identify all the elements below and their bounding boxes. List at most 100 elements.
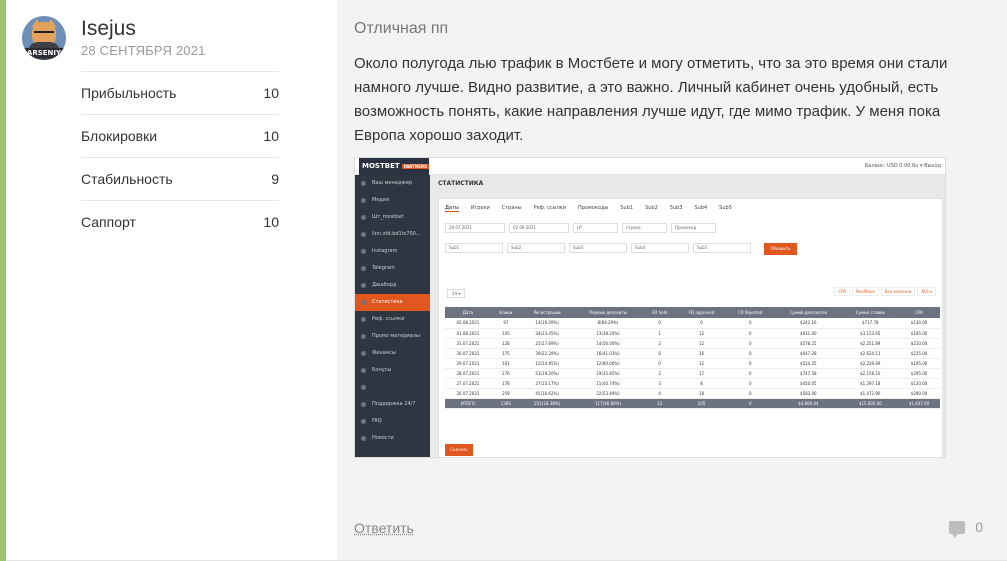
screenshot-table-cell: 01.08.2021 [445, 328, 491, 339]
screenshot-table-cell: $1,647.00 [898, 398, 940, 409]
avatar-tag: ARSENIY [22, 48, 66, 58]
screenshot-table-cell: 25(17.69%) [520, 338, 574, 349]
screenshot-column-header: FD Rejected [726, 307, 775, 318]
screenshot-table-cell: 27.07.2021 [445, 378, 491, 389]
screenshot-table-cell: 0 [726, 378, 775, 389]
screenshot-table-cell: 26.07.2021 [445, 388, 491, 399]
screenshot-action: Все колонки [881, 287, 916, 296]
screenshot-table-cell: $1,472.90 [842, 388, 899, 399]
rating-row: Саппорт 10 [81, 200, 279, 243]
screenshot-table-cell: 3 [642, 378, 677, 389]
screenshot-table-cell: 12 [676, 358, 727, 369]
review-title: Отличная пп [354, 20, 449, 37]
avatar[interactable]: ARSENIY [22, 16, 66, 60]
rating-row: Стабильность 9 [81, 157, 279, 200]
screenshot-tab: Sub2 [645, 205, 658, 211]
screenshot-table-total-row: ИТОГО 1360 252(18.38%) 117(46.80%) 12 105 0 $4,… [445, 398, 940, 409]
screenshot-table-cell: $4,600.44 [774, 398, 843, 409]
review-date: 28 СЕНТЯБРЯ 2021 [81, 43, 206, 58]
screenshot-tab: Sub5 [719, 205, 732, 211]
screenshot-table-cell: 0 [676, 318, 727, 329]
screenshot-filter-field: страна [622, 223, 667, 233]
screenshot-sidebar-item: Дашборд [355, 277, 430, 294]
screenshot-filter-field: LP [573, 223, 618, 233]
rating-value: 10 [263, 214, 279, 230]
author-column: ARSENIY Isejus 28 СЕНТЯБРЯ 2021 Прибыльн… [6, 0, 337, 561]
screenshot-table-cell: $185.00 [898, 328, 940, 339]
screenshot-table-cell: 117(46.80%) [573, 398, 643, 409]
screenshot-sidebar-item: Ваш менеджер [355, 175, 430, 192]
screenshot-table-cell: 02.08.2021 [445, 318, 491, 329]
comment-counter[interactable]: 0 [949, 519, 983, 538]
screenshot-table-cell: $195.00 [898, 358, 940, 369]
screenshot-table-cell: $242.16 [774, 318, 843, 329]
screenshot-table-cell: 178 [490, 378, 521, 389]
screenshot-table-cell: 0 [642, 348, 677, 359]
screenshot-sub-field: Sub3 [569, 243, 627, 253]
screenshot-table-cell: 1360 [490, 398, 521, 409]
screenshot-table-cell: 14(56.00%) [573, 338, 643, 349]
screenshot-table-cell: 8(84.29%) [573, 318, 643, 329]
screenshot-table-cell: 16(41.03%) [573, 348, 643, 359]
screenshot-table-cell: $450.05 [774, 378, 843, 389]
screenshot-table-cell: 0 [726, 328, 775, 339]
screenshot-table-cell: $130.00 [898, 318, 940, 329]
review-text: Около полугода лью трафик в Мостбете и м… [354, 55, 948, 144]
screenshot-table-cell: 105 [676, 398, 727, 409]
screenshot-action: RevShare [852, 287, 880, 296]
screenshot-sidebar-item: Медия [355, 192, 430, 209]
reply-link[interactable]: Ответить [354, 520, 414, 536]
review-screenshot[interactable]: MOSTBET PARTNERS Баланс: USD 0.00 Ru ▾ Вы… [354, 157, 946, 458]
screenshot-main: СТАТИСТИКА Даты Игроки Страны Реф. ссылки Пр… [430, 175, 945, 457]
screenshot-table-cell: 53(19.20%) [520, 368, 574, 379]
screenshot-table-cell: 12 [642, 398, 677, 409]
rating-value: 10 [263, 128, 279, 144]
screenshot-tab: Игроки [470, 205, 490, 211]
screenshot-column-header: FD approved [676, 307, 727, 318]
screenshot-sub-field: Sub5 [693, 243, 751, 253]
screenshot-sub-field: Sub1 [445, 243, 503, 253]
screenshot-table-cell: 16 [676, 348, 727, 359]
author-name[interactable]: Isejus [81, 16, 206, 42]
screenshot-table-cell: 12 [676, 328, 727, 339]
screenshot-column-header: Сумма ставок [842, 307, 899, 318]
screenshot-column-header: Сумма депозитов [774, 307, 843, 318]
screenshot-sidebar-item: Финансы [355, 345, 430, 362]
rating-value: 9 [271, 171, 279, 187]
screenshot-heading: СТАТИСТИКА [438, 180, 484, 187]
screenshot-table-cell: 101 [490, 358, 521, 369]
screenshot-action: CPA [834, 287, 851, 296]
screenshot-export-button: Скачать [445, 444, 473, 456]
review-card: ARSENIY Isejus 28 СЕНТЯБРЯ 2021 Прибыльн… [6, 0, 1007, 561]
screenshot-table-cell: 12(80.00%) [573, 358, 643, 369]
screenshot-column-header: Регистрации [520, 307, 574, 318]
screenshot-table-cell: 175 [490, 348, 521, 359]
screenshot-table-cell: $631.00 [774, 328, 843, 339]
screenshot-table-row: 29.07.2021 101 15(14.85%) 12(80.00%) 0 12 0 $52… [445, 358, 940, 369]
screenshot-table-cell: $2,229.69 [842, 358, 899, 369]
screenshot-column-header: CPA [898, 307, 940, 318]
rating-label: Блокировки [81, 128, 158, 144]
mostbet-logo: MOSTBET PARTNERS [359, 158, 429, 175]
avatar-glasses [34, 31, 54, 36]
screenshot-table-cell: 1 [642, 328, 677, 339]
screenshot-table-row: 02.08.2021 97 14(16.09%) 8(84.29%) 0 0 0 $242.1… [445, 318, 940, 329]
screenshot-column-header: Первые депозиты [573, 307, 643, 318]
screenshot-table-cell: 0 [726, 358, 775, 369]
screenshot-sidebar-item: Instagram [355, 243, 430, 260]
screenshot-table-cell: 22(53.49%) [573, 388, 643, 399]
screenshot-filters: 29.07.2021 02.09.2021 LP страна Промокод [445, 223, 845, 233]
screenshot-tab: Даты [445, 205, 459, 212]
rating-label: Прибыльность [81, 85, 177, 101]
screenshot-table-cell: 2 [642, 338, 677, 349]
screenshot-sidebar: Ваш менеджер Медия Шт_mostbet linn.xfd.bd1t… [355, 175, 430, 457]
screenshot-table-row: 30.07.2021 175 39(22.29%) 16(41.03%) 0 16 0 $64… [445, 348, 940, 359]
screenshot-table-cell: $578.25 [774, 338, 843, 349]
screenshot-table-cell: 276 [490, 368, 521, 379]
screenshot-table-cell: 4 [642, 388, 677, 399]
screenshot-filter-field: 02.09.2021 [509, 223, 569, 233]
screenshot-table-cell: 15(14.85%) [520, 358, 574, 369]
screenshot-table-cell: $2,624.11 [842, 348, 899, 359]
screenshot-tab: Реф. ссылки [533, 205, 567, 211]
screenshot-tab: Sub3 [669, 205, 683, 211]
